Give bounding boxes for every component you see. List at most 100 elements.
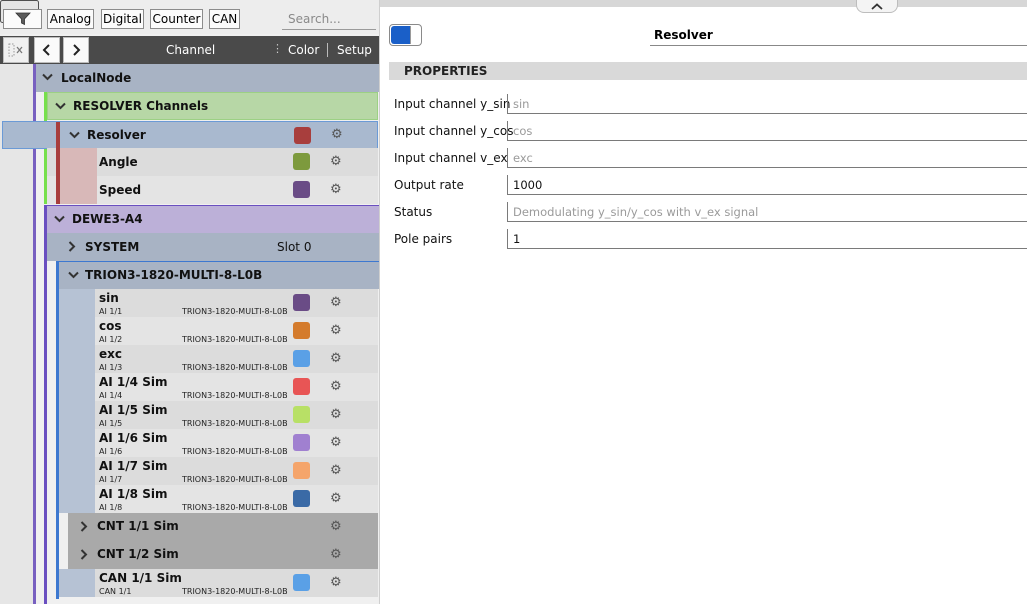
gear-icon[interactable]: ⚙ — [330, 296, 342, 310]
tree-row-dewe3-a4[interactable]: DEWE3-A4 — [47, 205, 380, 233]
channel-row-ai-1-7[interactable]: AI 1/7 Sim AI 1/7 TRION3-1820-MULTI-8-L0… — [59, 457, 378, 485]
search-input[interactable] — [282, 8, 376, 30]
gear-icon[interactable]: ⚙ — [330, 520, 342, 534]
property-label: Status — [394, 205, 433, 219]
color-swatch[interactable] — [293, 574, 310, 591]
filter-button[interactable] — [0, 0, 39, 23]
channel-name: AI 1/4 Sim — [99, 375, 168, 389]
toggle-fill — [391, 26, 410, 44]
color-swatch[interactable] — [293, 378, 310, 395]
tree-row-cnt-1-1[interactable]: CNT 1/1 Sim ⚙ — [68, 513, 378, 541]
channel-sub: AI 1/7 — [99, 475, 123, 484]
chevron-down-icon[interactable] — [68, 271, 79, 279]
chevron-right-icon[interactable] — [68, 241, 76, 252]
chevron-down-icon[interactable] — [42, 73, 53, 81]
column-header-color[interactable]: Color — [288, 36, 319, 64]
channel-row-sin[interactable]: sin AI 1/1 TRION3-1820-MULTI-8-L0B ⚙ — [59, 289, 378, 317]
tree-row-can-1-1[interactable]: CAN 1/1 Sim CAN 1/1 TRION3-1820-MULTI-8-… — [59, 569, 378, 597]
filter-toolbar: Analog Digital Counter CAN — [0, 0, 380, 34]
channel-sub: CAN 1/1 — [99, 587, 132, 596]
gear-icon[interactable]: ⚙ — [330, 464, 342, 478]
gear-icon[interactable]: ⚙ — [330, 492, 342, 506]
tree-row-resolver[interactable]: Resolver ⚙ — [2, 121, 378, 149]
channel-row-cos[interactable]: cos AI 1/2 TRION3-1820-MULTI-8-L0B ⚙ — [59, 317, 378, 345]
previous-button[interactable] — [34, 37, 60, 63]
column-divider — [327, 43, 328, 57]
tree-row-trion[interactable]: TRION3-1820-MULTI-8-L0B — [59, 261, 380, 289]
gear-icon[interactable]: ⚙ — [330, 155, 342, 169]
tree-row-localnode[interactable]: LocalNode — [36, 64, 380, 92]
filter-can-button[interactable]: CAN — [209, 9, 240, 29]
channel-setup-panel: Resolver PROPERTIES Input channel y_sin … — [379, 0, 1027, 604]
color-swatch[interactable] — [293, 181, 310, 198]
property-label: Output rate — [394, 178, 464, 192]
input-y-sin-field[interactable]: sin — [507, 94, 1027, 114]
input-v-ex-field[interactable]: exc — [507, 148, 1027, 168]
collapse-panel-button[interactable] — [856, 0, 898, 13]
channel-enable-toggle[interactable] — [389, 24, 422, 46]
tree-row-system[interactable]: SYSTEM Slot 0 — [47, 233, 380, 261]
channel-row-ai-1-8[interactable]: AI 1/8 Sim AI 1/8 TRION3-1820-MULTI-8-L0… — [59, 485, 378, 513]
gear-icon[interactable]: ⚙ — [330, 548, 342, 562]
tree-row-label: DEWE3-A4 — [72, 212, 143, 226]
gear-icon[interactable]: ⚙ — [330, 352, 342, 366]
color-swatch[interactable] — [293, 406, 310, 423]
channel-module: TRION3-1820-MULTI-8-L0B — [182, 587, 288, 596]
toggle-knob — [410, 26, 421, 44]
color-swatch[interactable] — [294, 127, 311, 144]
property-label: Input channel v_ex — [394, 151, 508, 165]
indent-shade — [59, 485, 95, 513]
filter-counter-button[interactable]: Counter — [150, 9, 203, 29]
tree-row-angle[interactable]: Angle ⚙ — [47, 148, 378, 176]
output-rate-field[interactable]: 1000 — [507, 175, 1027, 195]
resolver-indent-bar — [56, 122, 60, 148]
chevron-down-icon[interactable] — [55, 102, 66, 110]
channel-sub: AI 1/6 — [99, 447, 123, 456]
pole-pairs-field[interactable]: 1 — [507, 229, 1027, 249]
gear-icon[interactable]: ⚙ — [330, 436, 342, 450]
slot-label: Slot 0 — [277, 240, 312, 254]
gear-icon[interactable]: ⚙ — [330, 380, 342, 394]
channel-name: AI 1/8 Sim — [99, 487, 168, 501]
channel-sub: AI 1/3 — [99, 363, 123, 372]
gear-icon[interactable]: ⚙ — [330, 576, 342, 590]
chevron-right-icon[interactable] — [80, 549, 88, 560]
color-swatch[interactable] — [293, 490, 310, 507]
indent-shade — [59, 401, 95, 429]
channel-name: AI 1/7 Sim — [99, 459, 168, 473]
clear-selection-button[interactable] — [3, 37, 29, 63]
chevron-down-icon[interactable] — [69, 131, 80, 139]
input-y-cos-field[interactable]: cos — [507, 121, 1027, 141]
gear-icon[interactable]: ⚙ — [331, 128, 343, 142]
color-swatch[interactable] — [293, 153, 310, 170]
chevron-down-icon[interactable] — [54, 215, 65, 223]
filter-digital-button[interactable]: Digital — [101, 9, 144, 29]
gear-icon[interactable]: ⚙ — [330, 324, 342, 338]
channel-row-ai-1-5[interactable]: AI 1/5 Sim AI 1/5 TRION3-1820-MULTI-8-L0… — [59, 401, 378, 429]
channel-module: TRION3-1820-MULTI-8-L0B — [182, 391, 288, 400]
column-header-channel[interactable]: Channel — [166, 36, 215, 64]
channel-row-exc[interactable]: exc AI 1/3 TRION3-1820-MULTI-8-L0B ⚙ — [59, 345, 378, 373]
channel-row-ai-1-6[interactable]: AI 1/6 Sim AI 1/6 TRION3-1820-MULTI-8-L0… — [59, 429, 378, 457]
tree-row-cnt-1-2[interactable]: CNT 1/2 Sim ⚙ — [68, 541, 378, 569]
color-swatch[interactable] — [293, 462, 310, 479]
indent-shade — [59, 345, 95, 373]
next-button[interactable] — [63, 37, 89, 63]
tree-row-resolver-channels[interactable]: RESOLVER Channels — [47, 92, 378, 120]
color-swatch[interactable] — [293, 350, 310, 367]
color-swatch[interactable] — [293, 434, 310, 451]
color-swatch[interactable] — [293, 294, 310, 311]
column-resize-handle[interactable]: ⋮ — [272, 42, 283, 56]
channel-module: TRION3-1820-MULTI-8-L0B — [182, 447, 288, 456]
color-swatch[interactable] — [293, 322, 310, 339]
gear-icon[interactable]: ⚙ — [330, 183, 342, 197]
chevron-left-icon — [42, 44, 50, 56]
channel-row-ai-1-4[interactable]: AI 1/4 Sim AI 1/4 TRION3-1820-MULTI-8-L0… — [59, 373, 378, 401]
chevron-right-icon[interactable] — [80, 521, 88, 532]
channel-list-header: Channel ⋮ Color Setup — [0, 36, 380, 64]
column-header-setup[interactable]: Setup — [337, 36, 372, 64]
tree-row-speed[interactable]: Speed ⚙ — [47, 176, 378, 204]
filter-analog-button[interactable]: Analog — [47, 9, 94, 29]
gear-icon[interactable]: ⚙ — [330, 408, 342, 422]
channel-name-field[interactable]: Resolver — [650, 25, 1027, 46]
